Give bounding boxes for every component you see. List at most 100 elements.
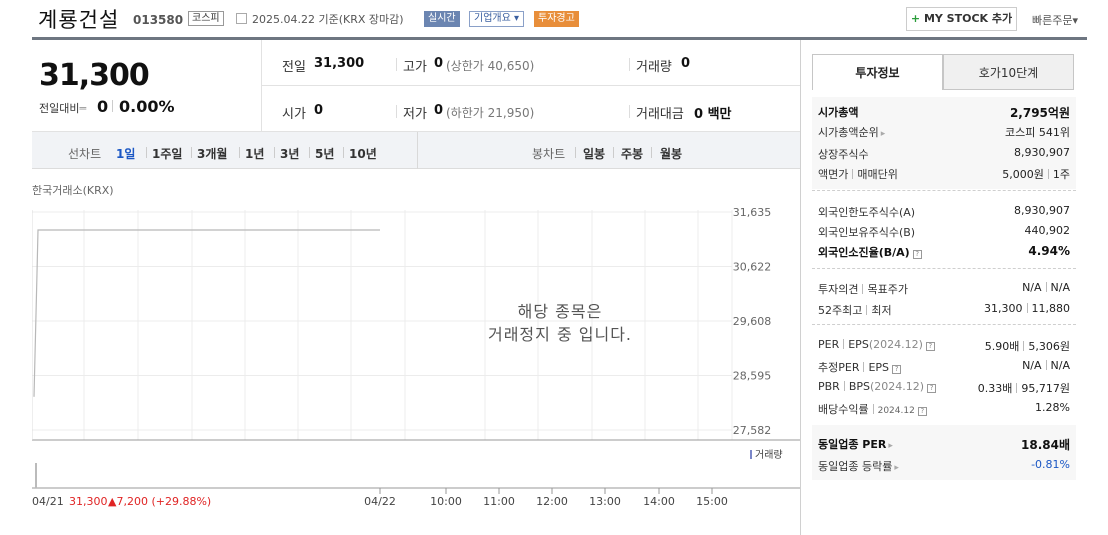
footer-price: 31,300 [69,495,108,508]
lower-limit: (하한가 21,950) [446,106,535,120]
foreign-ratio-value: 4.94% [1028,244,1070,258]
x-tick-label: 10:00 [430,495,462,508]
divider [309,147,310,158]
high-label: 고가 [403,60,427,75]
foreign-limit-value: 8,930,907 [1014,204,1070,217]
x-tick-label: 11:00 [483,495,515,508]
x-tick-label: 14:00 [643,495,675,508]
shares-value: 8,930,907 [1014,146,1070,159]
est-per-eps-value: N/A N/A [1022,359,1070,372]
change-value: 0 [97,97,109,116]
quick-order-label: 빠른주문 [1032,14,1073,27]
calendar-icon [236,13,247,24]
price-chart: 31,635 30,622 29,608 28,595 27,582 거래량 04/22 10… [32,206,800,508]
divider [191,147,192,158]
exchange-label: 한국거래소(KRX) [32,184,114,197]
divider [146,147,147,158]
divider [417,132,418,169]
change-percent: 0.00% [119,97,175,116]
tab-period-3[interactable]: 1년 [245,145,264,162]
per-eps-label[interactable]: PER EPS(2024.12)? [818,338,935,351]
tab-weekly-candle[interactable]: 주봉 [621,145,643,162]
w52-label: 52주최고 최저 [818,304,892,317]
footer-date: 04/21 [32,495,64,508]
volume-label: 거래량 [636,60,672,75]
help-icon: ? [917,407,927,416]
tab-period-5[interactable]: 5년 [315,145,334,162]
market-cap-value: 2,795억원 [1009,106,1070,120]
panel-border [800,40,801,535]
realtime-tag[interactable]: 실시간 [424,11,460,27]
industry-rate-label[interactable]: 동일업종 등락률 ▸ [818,458,899,474]
divider [613,147,614,158]
volume-legend-label: 거래량 [755,449,783,461]
volume-legend-swatch [750,450,752,459]
tab-period-2[interactable]: 3개월 [197,145,227,162]
line-chart-label: 선차트 [68,147,102,161]
low-label: 저가 [403,107,427,122]
footer-change: ▲7,200 (+29.88%) [108,495,211,508]
my-stock-label: MY STOCK 추가 [923,12,1013,25]
amount-label: 거래대금 [636,107,684,122]
quick-order-button[interactable]: 빠른주문▾ [1032,12,1078,28]
foreign-hold-value: 440,902 [1024,224,1071,237]
volume-value: 0 [681,56,691,71]
foreign-ratio-label[interactable]: 외국인소진율(B/A)? [818,244,922,260]
x-tick-label: 15:00 [696,495,728,508]
tab-period-0[interactable]: 1일 [116,145,135,162]
industry-per-label[interactable]: 동일업종 PER ▸ [818,436,893,452]
chevron-right-icon: ▸ [880,129,886,139]
divider [274,147,275,158]
par-unit-value: 5,000원 1주 [1002,168,1070,181]
market-rank-label[interactable]: 시가총액순위 ▸ [818,124,885,140]
market-badge: 코스피 [188,11,224,26]
x-tick-label: 13:00 [589,495,621,508]
help-icon: ? [925,342,935,351]
stock-code: 013580 [133,13,184,27]
plus-icon: + [910,12,921,25]
amount-value: 0 백만 [694,107,732,122]
candle-chart-label: 봉차트 [532,147,566,161]
dividend-label[interactable]: 배당수익률 2024.12? [818,401,927,417]
industry-per-value: 18.84배 [1021,438,1070,452]
divider [239,147,240,158]
par-unit-label: 액면가 매매단위 [818,168,898,181]
divider [629,58,630,71]
chevron-down-icon: ▾ [1072,14,1079,27]
period-bar [32,132,800,169]
company-overview-tag[interactable]: 기업개요 ▾ [469,11,525,27]
per-eps-value: 5.90배 5,306원 [984,340,1070,353]
foreign-limit-label: 외국인한도주식수(A) [818,206,916,219]
chevron-right-icon: ▸ [894,463,899,473]
divider [812,324,1076,325]
prev-close-label: 전일 [282,60,306,75]
divider [112,100,113,112]
tab-monthly-candle[interactable]: 월봉 [660,145,682,162]
tab-period-6[interactable]: 10년 [349,145,377,162]
help-icon: ? [892,365,902,374]
x-tick-label: 12:00 [536,495,568,508]
my-stock-add-button[interactable]: + MY STOCK 추가 [906,7,1017,31]
divider [812,268,1076,269]
tab-period-1[interactable]: 1주일 [152,145,182,162]
w52-value: 31,300 11,880 [984,302,1070,315]
pbr-bps-label[interactable]: PBR BPS(2024.12)? [818,380,937,393]
open-label: 시가 [282,107,306,122]
foreign-hold-label: 외국인보유주식수(B) [818,226,916,239]
company-overview-label: 기업개요 [474,13,511,24]
divider [396,105,397,118]
open-value: 0 [314,103,324,118]
divider [629,105,630,118]
tab-period-4[interactable]: 3년 [280,145,299,162]
y-tick-label: 27,582 [733,424,772,437]
low-value: 0 [434,103,444,118]
tab-orderbook[interactable]: 호가10단계 [943,54,1074,90]
divider [396,58,397,71]
est-per-eps-label[interactable]: 추정PER EPS? [818,359,902,375]
shares-label: 상장주식수 [818,148,869,161]
tab-invest-info[interactable]: 투자정보 [812,54,943,90]
y-tick-label: 28,595 [733,370,772,383]
x-tick-label: 04/22 [364,495,396,508]
tab-daily-candle[interactable]: 일봉 [583,145,605,162]
current-price: 31,300 [39,58,150,93]
